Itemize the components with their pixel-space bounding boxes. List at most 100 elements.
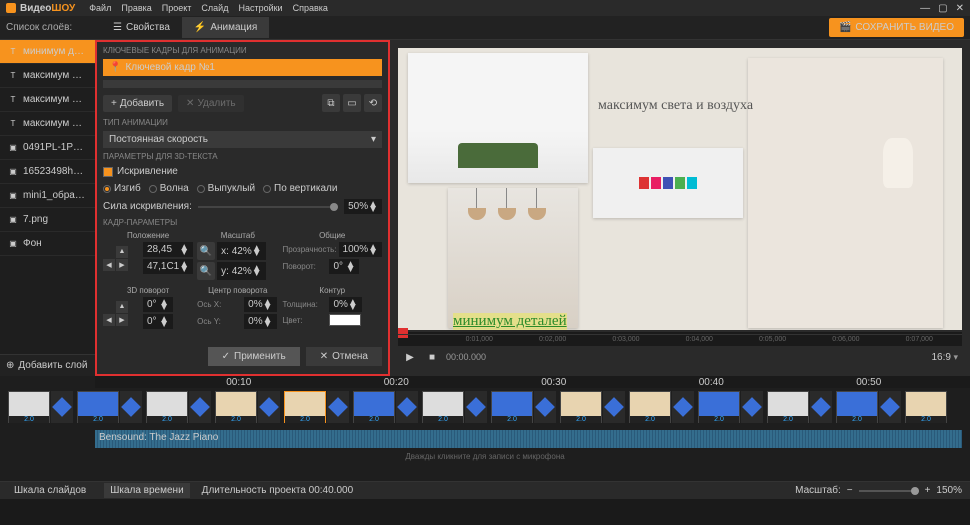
timeline-clip[interactable]: 2.0 [215, 391, 257, 423]
strength-slider[interactable] [198, 206, 338, 208]
transition[interactable] [672, 391, 694, 423]
transition[interactable] [603, 391, 625, 423]
zoom-out-icon[interactable]: 🔍 [197, 262, 215, 280]
layer-item[interactable]: ▣0491PL-1PG_ин... [0, 136, 95, 160]
layer-item[interactable]: ▣mini1_обработа... [0, 184, 95, 208]
mic-hint[interactable]: Дважды кликните для записи с микрофона [0, 450, 970, 463]
anim-type-dropdown[interactable]: Постоянная скорость▾ [103, 131, 382, 148]
keyframe-strip[interactable] [103, 80, 382, 88]
color-swatch[interactable] [329, 314, 361, 326]
timeline-thumbs[interactable]: 2.0 2.0 2.0 2.0 2.0 2.0 2.0 2.0 2.0 2.0 2.0 2.0 2.0 2… [0, 388, 970, 428]
menu-file[interactable]: Файл [89, 3, 111, 13]
x-icon: ✕ [186, 98, 194, 109]
layer-item[interactable]: Tмаксимум свет... [0, 112, 95, 136]
timeline-clip[interactable]: 2.0 [560, 391, 602, 423]
position-arrows[interactable]: ▲ ◀▶ [103, 246, 141, 271]
timeline-clip[interactable]: 2.0 [491, 391, 533, 423]
tab-animation[interactable]: ⚡Анимация [182, 17, 269, 38]
layer-item[interactable]: Tмаксимум свет... [0, 64, 95, 88]
timeline-clip[interactable]: 2.0 [905, 391, 947, 423]
play-button[interactable]: ▶ [402, 349, 418, 365]
transition[interactable] [258, 391, 280, 423]
layer-item[interactable]: ▣16523498h3_1-о... [0, 160, 95, 184]
timeline-clip[interactable]: 2.0 [698, 391, 740, 423]
transition[interactable] [51, 391, 73, 423]
keyframe-item[interactable]: 📍Ключевой кадр №1 [103, 59, 382, 76]
distortion-checkbox[interactable] [103, 167, 113, 177]
pos-x-input[interactable]: 28,45▲▼ [143, 242, 193, 257]
vertical-radio[interactable] [263, 185, 271, 193]
apply-button[interactable]: ✓Применить [208, 347, 300, 366]
strength-input[interactable]: 50%▲▼ [344, 199, 382, 214]
preview-text-selected[interactable]: минимум деталей [453, 313, 567, 330]
pos-y-input[interactable]: 47,1C1▲▼ [143, 259, 193, 274]
bulge-radio[interactable] [197, 185, 205, 193]
rot3d-arrows[interactable]: ▲ ◀▶ [103, 301, 141, 326]
center-x-input[interactable]: 0%▲▼ [244, 297, 276, 312]
menu-settings[interactable]: Настройки [238, 3, 282, 13]
menu-project[interactable]: Проект [162, 3, 192, 13]
transition[interactable] [465, 391, 487, 423]
delete-keyframe-button[interactable]: ✕Удалить [178, 95, 244, 112]
wave-radio[interactable] [149, 185, 157, 193]
zoom-out-button[interactable]: − [847, 485, 853, 496]
menu-edit[interactable]: Правка [121, 3, 151, 13]
add-layer-button[interactable]: ⊕Добавить слой [6, 360, 87, 371]
timeline-clip[interactable]: 2.0 [8, 391, 50, 423]
maximize-button[interactable]: ▢ [938, 3, 947, 14]
preview-canvas[interactable]: максимум света и воздуха минимум деталей [398, 48, 962, 330]
opacity-input[interactable]: 100%▲▼ [339, 242, 382, 257]
zoom-in-button[interactable]: + [925, 485, 931, 496]
timeline-clip[interactable]: 2.0 [629, 391, 671, 423]
zoom-in-icon[interactable]: 🔍 [197, 242, 215, 260]
rotate-input[interactable]: 0°▲▼ [329, 259, 359, 274]
rot3d-y-input[interactable]: 0°▲▼ [143, 314, 173, 329]
timeline-ruler[interactable]: 00:1000:2000:3000:4000:50 [95, 376, 970, 388]
menu-help[interactable]: Справка [293, 3, 328, 13]
menu-slide[interactable]: Слайд [201, 3, 228, 13]
add-keyframe-button[interactable]: +Добавить [103, 95, 172, 112]
transition[interactable] [810, 391, 832, 423]
transition[interactable] [534, 391, 556, 423]
animation-panel: КЛЮЧЕВЫЕ КАДРЫ ДЛЯ АНИМАЦИИ 📍Ключевой ка… [95, 40, 390, 376]
copy-button[interactable]: ⧉ [322, 94, 340, 112]
scale-y-input[interactable]: y: 42%▲▼ [217, 262, 265, 280]
timeline-clip[interactable]: 2.0 [767, 391, 809, 423]
slides-scale-tab[interactable]: Шкала слайдов [8, 483, 92, 498]
thickness-input[interactable]: 0%▲▼ [329, 297, 361, 312]
transition[interactable] [741, 391, 763, 423]
transition[interactable] [120, 391, 142, 423]
timeline-clip[interactable]: 2.0 [353, 391, 395, 423]
zoom-slider[interactable] [859, 490, 919, 492]
minimize-button[interactable]: — [920, 3, 930, 14]
layer-item[interactable]: ▣Фон [0, 232, 95, 256]
transition[interactable] [327, 391, 349, 423]
center-y-input[interactable]: 0%▲▼ [244, 314, 276, 329]
tab-properties[interactable]: ☰Свойства [101, 17, 182, 38]
layer-item[interactable]: ▣7.png [0, 208, 95, 232]
save-video-button[interactable]: 🎬СОХРАНИТЬ ВИДЕО [829, 18, 964, 37]
time-scale-tab[interactable]: Шкала времени [104, 483, 189, 498]
timeline-clip[interactable]: 2.0 [422, 391, 464, 423]
refresh-button[interactable]: ⟲ [364, 94, 382, 112]
scale-x-input[interactable]: x: 42%▲▼ [217, 242, 265, 260]
timeline-clip[interactable]: 2.0 [146, 391, 188, 423]
transition[interactable] [879, 391, 901, 423]
rot3d-x-input[interactable]: 0°▲▼ [143, 297, 173, 312]
timeline-clip[interactable]: 2.0 [284, 391, 326, 423]
cancel-button[interactable]: ✕Отмена [306, 347, 382, 366]
bend-radio[interactable] [103, 185, 111, 193]
paste-button[interactable]: ▭ [343, 94, 361, 112]
stop-button[interactable]: ■ [424, 349, 440, 365]
image-layer-icon: ▣ [8, 167, 18, 177]
transition[interactable] [396, 391, 418, 423]
timeline-clip[interactable]: 2.0 [77, 391, 119, 423]
close-button[interactable]: ✕ [956, 3, 964, 14]
aspect-ratio[interactable]: 16:9 ▾ [932, 352, 959, 363]
audio-track[interactable]: Bensound: The Jazz Piano [95, 430, 962, 448]
scrubber[interactable]: 0:01,0000:02,0000:03,0000:04,0000:05,000… [398, 332, 962, 346]
transition[interactable] [189, 391, 211, 423]
layer-item[interactable]: Tминимум дета... [0, 40, 95, 64]
layer-item[interactable]: Tмаксимум свет... [0, 88, 95, 112]
timeline-clip[interactable]: 2.0 [836, 391, 878, 423]
